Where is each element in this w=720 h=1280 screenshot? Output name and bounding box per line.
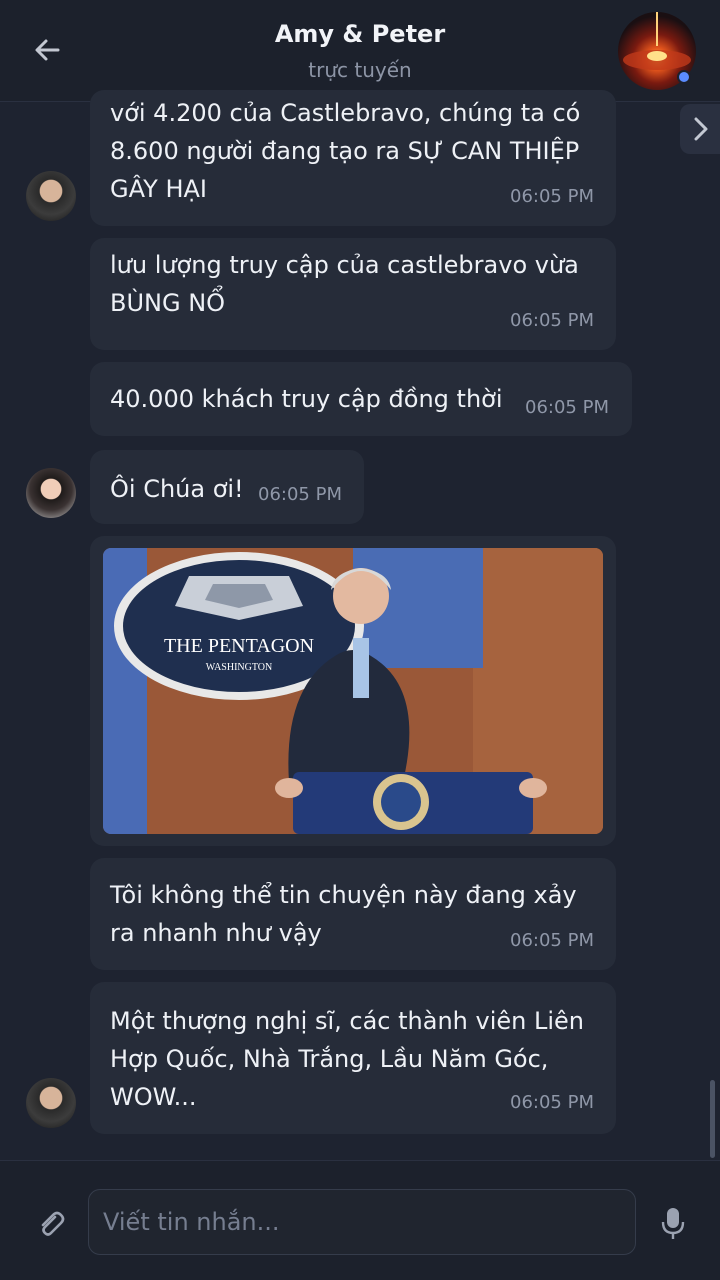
photo-illustration: THE PENTAGON WASHINGTON (103, 548, 603, 834)
online-indicator (677, 70, 691, 84)
message-time: 06:05 PM (258, 484, 342, 505)
message-bubble[interactable]: với 4.200 của Castlebravo, chúng ta có 8… (90, 90, 616, 226)
message-bubble[interactable]: 40.000 khách truy cập đồng thời 06:05 PM (90, 362, 632, 436)
online-status: trực tuyến (308, 58, 412, 82)
message-bubble[interactable]: lưu lượng truy cập của castlebravo vừa B… (90, 238, 616, 350)
message-text: Tôi không thể tin chuyện này đang xảy ra… (110, 881, 577, 947)
voice-button[interactable] (658, 1205, 688, 1241)
attach-button[interactable] (34, 1207, 66, 1239)
seal-title-text: THE PENTAGON (164, 635, 314, 657)
message-time: 06:05 PM (510, 310, 594, 331)
chevron-right-icon (694, 117, 708, 141)
image-message[interactable]: THE PENTAGON WASHINGTON (90, 536, 616, 846)
message-time: 06:05 PM (510, 1092, 594, 1113)
message-composer (0, 1160, 720, 1280)
message-input[interactable] (88, 1189, 636, 1255)
message-bubble[interactable]: Một thượng nghị sĩ, các thành viên Liên … (90, 982, 616, 1134)
chat-title: Amy & Peter (274, 20, 446, 48)
microphone-icon (661, 1208, 685, 1239)
message-bubble[interactable]: Ôi Chúa ơi! 06:05 PM (90, 450, 364, 524)
chat-header: Amy & Peter trực tuyến (0, 0, 720, 102)
message-time: 06:05 PM (525, 397, 609, 418)
message-bubble[interactable]: Tôi không thể tin chuyện này đang xảy ra… (90, 858, 616, 970)
message-time: 06:05 PM (510, 930, 594, 951)
message-text: Ôi Chúa ơi! (110, 475, 244, 503)
expand-button[interactable] (680, 104, 720, 154)
paperclip-icon (41, 1211, 65, 1236)
sender-avatar[interactable] (26, 1078, 76, 1128)
sender-avatar[interactable] (26, 468, 76, 518)
message-time: 06:05 PM (510, 186, 594, 207)
message-text: lưu lượng truy cập của castlebravo vừa B… (110, 251, 579, 317)
pentagon-briefing-photo[interactable]: THE PENTAGON WASHINGTON (103, 548, 603, 834)
chat-scrollbar[interactable] (710, 1080, 715, 1158)
chat-screen: Amy & Peter trực tuyến với 4.200 của Cas… (0, 0, 720, 1280)
sender-avatar[interactable] (26, 171, 76, 221)
seal-subtitle-text: WASHINGTON (206, 662, 272, 673)
message-text: 40.000 khách truy cập đồng thời (110, 385, 503, 413)
